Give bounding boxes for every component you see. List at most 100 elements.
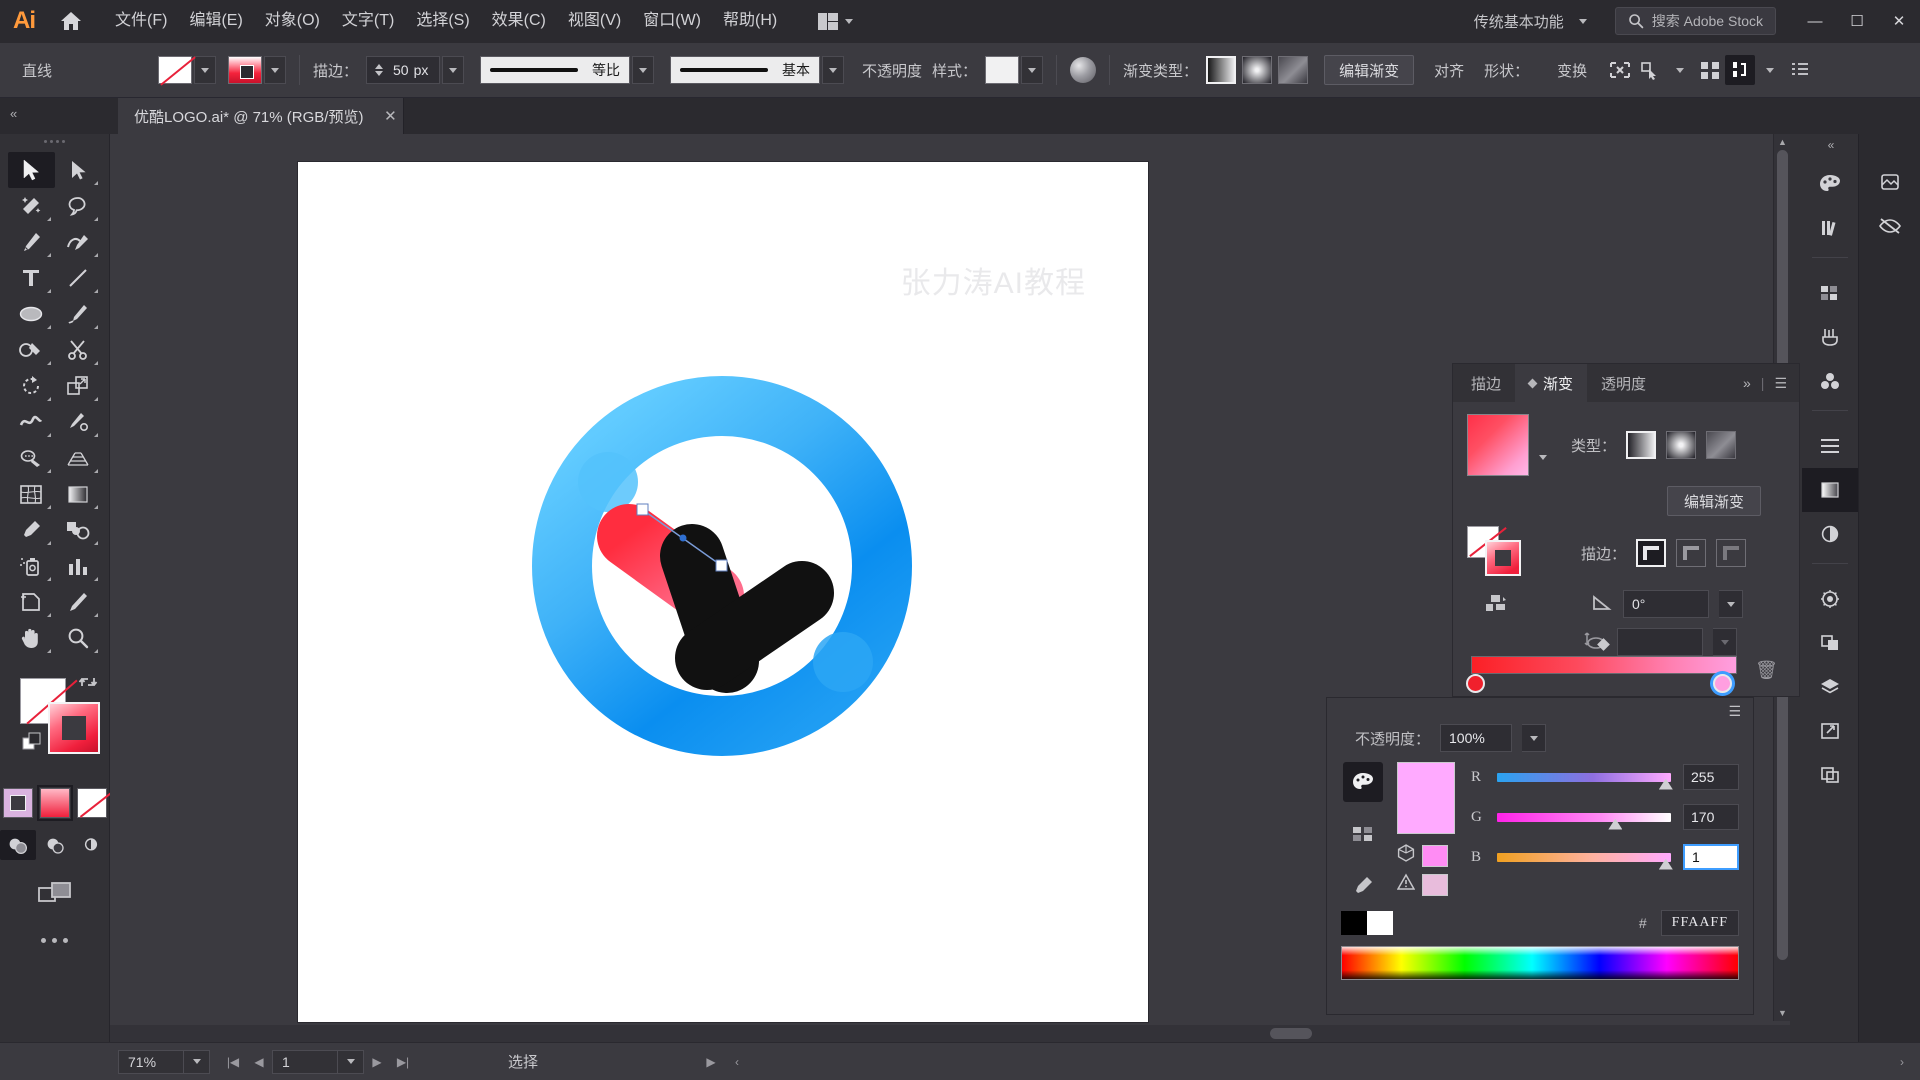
- appearance-icon[interactable]: [1802, 577, 1858, 621]
- transparency-icon[interactable]: [1802, 512, 1858, 556]
- direct-selection-tool[interactable]: [55, 152, 102, 188]
- prev-artboard-icon[interactable]: ◀: [246, 1050, 272, 1074]
- panel-options-icon[interactable]: [1785, 55, 1815, 85]
- curvature-tool[interactable]: [55, 224, 102, 260]
- shape-builder-tool[interactable]: [8, 440, 55, 476]
- gradient-preview-swatch[interactable]: [1467, 414, 1529, 476]
- edit-gradient-button[interactable]: 编辑渐变: [1324, 55, 1415, 85]
- select-similar-dropdown[interactable]: [1665, 55, 1695, 85]
- gradient-type-freeform-button[interactable]: [1278, 56, 1309, 84]
- menu-item-type[interactable]: 文字(T): [331, 0, 405, 42]
- channel-slider-g[interactable]: [1497, 812, 1671, 830]
- last-artboard-icon[interactable]: ▶|: [390, 1050, 416, 1074]
- fill-stroke-target[interactable]: [1467, 526, 1529, 580]
- libraries-panel-icon[interactable]: [1859, 160, 1920, 204]
- gamut-substitute-swatch[interactable]: [1422, 844, 1448, 867]
- color-mixer-icon[interactable]: [1343, 762, 1383, 802]
- gradient-type-radial-button[interactable]: [1666, 431, 1697, 459]
- stroke-weight-input[interactable]: 50 px: [366, 56, 441, 84]
- layers-icon[interactable]: [1802, 665, 1858, 709]
- artboard-number-input[interactable]: 1: [272, 1049, 338, 1074]
- collapse-dock-icon[interactable]: «: [10, 106, 17, 121]
- gradient-type-linear-button[interactable]: [1206, 56, 1237, 84]
- menu-item-file[interactable]: 文件(F): [104, 0, 178, 42]
- eyedropper-tool[interactable]: [8, 512, 55, 548]
- channel-knob-r[interactable]: [1658, 778, 1673, 790]
- zoom-tool[interactable]: [55, 620, 102, 656]
- menu-item-edit[interactable]: 编辑(E): [178, 0, 253, 42]
- gradient-tool[interactable]: [55, 476, 102, 512]
- gradient-presets-dropdown-icon[interactable]: [1539, 454, 1547, 460]
- gradient-type-radial-button[interactable]: [1242, 56, 1273, 84]
- stroke-weight-dropdown[interactable]: [442, 56, 465, 84]
- maximize-button[interactable]: ☐: [1836, 0, 1878, 42]
- panel-menu-icon[interactable]: ☰: [1774, 375, 1787, 392]
- next-artboard-icon[interactable]: ▶: [364, 1050, 390, 1074]
- graphic-style-swatch[interactable]: [985, 56, 1020, 84]
- gradient-type-freeform-button[interactable]: [1706, 431, 1737, 459]
- align-objects-icon[interactable]: [1695, 55, 1725, 85]
- perspective-grid-tool[interactable]: [55, 440, 102, 476]
- menu-item-effect[interactable]: 效果(C): [481, 0, 557, 42]
- apply-across-stroke-button[interactable]: [1716, 539, 1747, 567]
- delete-stop-icon[interactable]: 🗑: [1755, 660, 1778, 681]
- gradient-angle-dropdown[interactable]: [1719, 590, 1743, 618]
- arrange-objects-icon[interactable]: [1725, 55, 1756, 85]
- transform-label[interactable]: 变换: [1557, 60, 1587, 81]
- tab-stroke[interactable]: 描边: [1457, 364, 1515, 402]
- swatches-icon[interactable]: [1343, 814, 1383, 854]
- magic-wand-tool[interactable]: [8, 188, 55, 224]
- gradient-panel-icon[interactable]: [1802, 468, 1858, 512]
- artboard-dropdown[interactable]: [338, 1049, 364, 1074]
- pen-tool[interactable]: [8, 224, 55, 260]
- none-mode-button[interactable]: [76, 788, 107, 818]
- hex-input[interactable]: FFAAFF: [1660, 910, 1739, 936]
- expand-panels-icon[interactable]: «: [1802, 134, 1858, 156]
- more-tools-icon[interactable]: [0, 938, 109, 943]
- scale-tool[interactable]: [55, 368, 102, 404]
- stroke-color-swatch[interactable]: [48, 702, 100, 754]
- color-swatch-mode-button[interactable]: [2, 788, 33, 818]
- menu-item-select[interactable]: 选择(S): [405, 0, 480, 42]
- stock-search-input[interactable]: 搜索 Adobe Stock: [1614, 7, 1776, 35]
- draw-normal-button[interactable]: [0, 830, 36, 860]
- tab-gradient[interactable]: 渐变: [1515, 364, 1588, 402]
- tab-transparency[interactable]: 透明度: [1587, 364, 1660, 402]
- stroke-swatch-dropdown[interactable]: [264, 56, 286, 84]
- status-resize-icon[interactable]: ‹: [724, 1050, 750, 1074]
- close-icon[interactable]: ✕: [377, 98, 403, 134]
- apply-along-stroke-button[interactable]: [1676, 539, 1707, 567]
- opacity-input[interactable]: 100%: [1440, 724, 1513, 752]
- ellipse-tool[interactable]: [8, 296, 55, 332]
- stroke-swatch[interactable]: [228, 56, 262, 84]
- fill-swatch-dropdown[interactable]: [194, 56, 216, 84]
- brushes-icon[interactable]: [1802, 315, 1858, 359]
- current-color-swatch[interactable]: [1397, 762, 1455, 834]
- color-panel-icon[interactable]: [1802, 162, 1858, 206]
- column-graph-tool[interactable]: [55, 548, 102, 584]
- channel-knob-g[interactable]: [1608, 818, 1623, 830]
- gradient-stop-end[interactable]: [1713, 674, 1732, 693]
- line-segment-tool[interactable]: [55, 260, 102, 296]
- channel-input-g[interactable]: 170: [1683, 804, 1739, 830]
- free-transform-tool[interactable]: [55, 404, 102, 440]
- pathfinder-icon[interactable]: [1802, 621, 1858, 665]
- shaper-tool[interactable]: [8, 332, 55, 368]
- eyedropper-icon[interactable]: [1343, 866, 1383, 906]
- stroke-profile-select[interactable]: 等比: [480, 56, 631, 84]
- horizontal-scrollbar[interactable]: [110, 1025, 1790, 1042]
- menu-item-object[interactable]: 对象(O): [254, 0, 331, 42]
- white-swatch[interactable]: [1367, 911, 1393, 935]
- gradient-aspect-dropdown[interactable]: [1713, 628, 1737, 656]
- stroke-profile-dropdown[interactable]: [632, 56, 655, 84]
- lasso-tool[interactable]: [55, 188, 102, 224]
- gradient-stop-start[interactable]: [1466, 674, 1485, 693]
- minimize-button[interactable]: —: [1794, 0, 1836, 42]
- hand-tool[interactable]: [8, 620, 55, 656]
- arrange-documents-button[interactable]: [810, 6, 861, 36]
- channel-slider-b[interactable]: [1497, 852, 1673, 870]
- paintbrush-tool[interactable]: [55, 296, 102, 332]
- close-button[interactable]: ✕: [1878, 0, 1920, 42]
- gradient-mode-button[interactable]: [36, 785, 73, 821]
- fill-swatch[interactable]: [158, 56, 192, 84]
